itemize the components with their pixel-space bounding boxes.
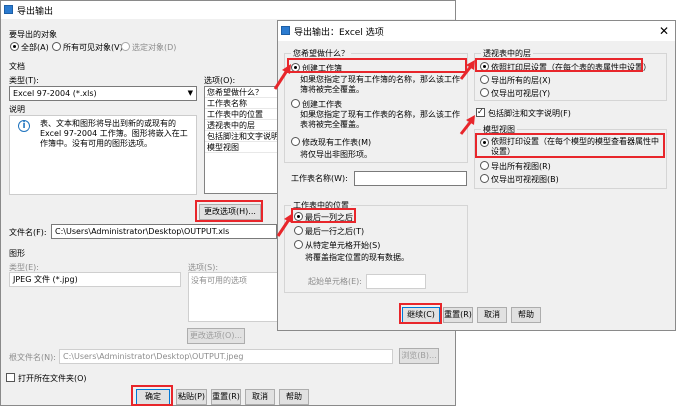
highlight-after-last-col: [291, 208, 356, 223]
selected-label[interactable]: 选定对象(D): [132, 42, 176, 53]
highlight-layers-print: [475, 58, 643, 72]
rootname-label: 根文件名(N):: [9, 353, 56, 362]
app-icon: [281, 26, 290, 35]
create-worksheet-radio[interactable]: [291, 99, 300, 108]
dialog-reset-button[interactable]: 重置(R): [443, 307, 473, 323]
close-icon[interactable]: ✕: [659, 25, 669, 37]
options-list[interactable]: 您希望做什么？ 工作表名称 工作表中的位置 透视表中的层 包括脚注和文字说明 模…: [204, 86, 279, 194]
objects-group-label: 要导出的对象: [9, 30, 57, 39]
filename-input[interactable]: C:\Users\Administrator\Desktop\OUTPUT.xl…: [51, 224, 277, 239]
sheet-name-input[interactable]: [354, 171, 467, 186]
desc-label: 说明: [9, 105, 25, 114]
description-box: i 表、文本和图形将导出到新的或现有的 Excel 97-2004 工作簿。图形…: [9, 115, 197, 195]
footnotes-label[interactable]: 包括脚注和文字说明(F): [488, 108, 571, 119]
modify-worksheet-label[interactable]: 修改现有工作表(M): [302, 137, 371, 148]
create-workbook-desc: 如果您指定了现有工作簿的名称，那么该工作簿将被完全覆盖。: [300, 75, 460, 94]
type-select-value: Excel 97-2004 (*.xls): [13, 89, 97, 98]
all-label[interactable]: 全部(A): [21, 42, 49, 53]
type-label: 类型(T):: [9, 76, 39, 85]
sheet-name-label: 工作表名称(W):: [291, 174, 348, 183]
window-title: 导出输出: [17, 7, 54, 17]
filename-label: 文件名(F):: [9, 228, 47, 237]
from-cell-radio[interactable]: [294, 240, 303, 249]
visible-radio[interactable]: [52, 42, 61, 51]
type-select[interactable]: Excel 97-2004 (*.xls) ▼: [9, 86, 197, 101]
highlight-change-options: [195, 200, 263, 222]
visible-label[interactable]: 所有可见对象(V): [63, 42, 123, 53]
model-visible-label[interactable]: 仅导出可视视图(B): [491, 174, 559, 185]
help-button[interactable]: 帮助: [279, 389, 309, 405]
list-item[interactable]: 工作表中的位置: [205, 109, 278, 120]
gtype-value: JPEG 文件 (*.jpg): [13, 275, 78, 284]
filename-value: C:\Users\Administrator\Desktop\OUTPUT.xl…: [55, 227, 230, 236]
layers-all-label[interactable]: 导出所有的层(X): [491, 75, 551, 86]
arrow-icon: [273, 64, 291, 90]
dialog-cancel-button[interactable]: 取消: [477, 307, 507, 323]
modify-worksheet-desc: 将仅导出非图形项。: [300, 150, 372, 159]
model-all-radio[interactable]: [480, 161, 489, 170]
dialog-title: 导出输出：Excel 选项: [294, 28, 384, 38]
list-item[interactable]: 工作表名称: [205, 98, 278, 109]
list-item[interactable]: 模型视图: [205, 142, 278, 153]
list-item: 没有可用的选项: [191, 276, 247, 285]
layers-all-radio[interactable]: [480, 75, 489, 84]
reset-button[interactable]: 重置(R): [211, 389, 241, 405]
model-visible-radio[interactable]: [480, 174, 489, 183]
selected-radio[interactable]: [121, 42, 130, 51]
info-icon: i: [18, 120, 30, 132]
create-worksheet-label[interactable]: 创建工作表: [302, 99, 342, 110]
start-cell-input[interactable]: [366, 274, 426, 289]
doc-group-label: 文档: [9, 62, 25, 71]
arrow-icon: [459, 115, 475, 135]
paste-button[interactable]: 粘贴(P): [176, 389, 207, 405]
dialog-title-bar: 导出输出：Excel 选项 ✕: [278, 21, 675, 41]
create-worksheet-desc: 如果您指定了现有工作表的名称，那么该工作表将被完全覆盖。: [300, 110, 460, 129]
app-icon: [4, 5, 13, 14]
layers-visible-radio[interactable]: [480, 88, 489, 97]
list-item[interactable]: 透视表中的层: [205, 120, 278, 131]
rootname-value: C:\Users\Administrator\Desktop\OUTPUT.jp…: [63, 352, 244, 361]
layers-visible-label[interactable]: 仅导出可视层(Y): [491, 88, 550, 99]
all-radio[interactable]: [10, 42, 19, 51]
highlight-model-print: [475, 133, 665, 158]
highlight-ok: [131, 385, 173, 406]
from-cell-label[interactable]: 从特定单元格开始(S): [305, 240, 380, 251]
dialog-help-button[interactable]: 帮助: [511, 307, 541, 323]
list-item[interactable]: 您希望做什么？: [205, 87, 278, 98]
title-bar: 导出输出: [1, 1, 455, 19]
modify-worksheet-radio[interactable]: [291, 137, 300, 146]
cancel-button[interactable]: 取消: [245, 389, 275, 405]
list-item[interactable]: 包括脚注和文字说明: [205, 131, 279, 142]
goptions-list: 没有可用的选项: [188, 272, 280, 322]
rootname-input[interactable]: C:\Users\Administrator\Desktop\OUTPUT.jp…: [59, 349, 393, 364]
highlight-create-workbook: [287, 58, 467, 73]
gtype-select[interactable]: JPEG 文件 (*.jpg): [9, 272, 181, 287]
from-cell-desc: 将覆盖指定位置的现有数据。: [305, 253, 409, 262]
graphics-group-label: 图形: [9, 249, 25, 258]
after-last-row-label[interactable]: 最后一行之后(T): [305, 226, 364, 237]
description-text: 表、文本和图形将导出到新的或现有的 Excel 97-2004 工作簿。图形将嵌…: [40, 119, 188, 148]
browse-button[interactable]: 浏览(B)...: [399, 348, 439, 364]
highlight-continue: [399, 303, 442, 324]
model-all-label[interactable]: 导出所有视图(R): [491, 161, 551, 172]
start-cell-label: 起始单元格(E):: [308, 277, 362, 286]
options-label: 选项(O):: [204, 76, 236, 85]
open-folder-checkbox[interactable]: [6, 373, 15, 382]
open-folder-label[interactable]: 打开所在文件夹(O): [18, 373, 87, 384]
chevron-down-icon: ▼: [187, 89, 193, 97]
graphics-change-options-button[interactable]: 更改选项(O)...: [187, 328, 245, 344]
arrow-icon: [459, 60, 475, 80]
arrow-icon: [276, 213, 293, 237]
